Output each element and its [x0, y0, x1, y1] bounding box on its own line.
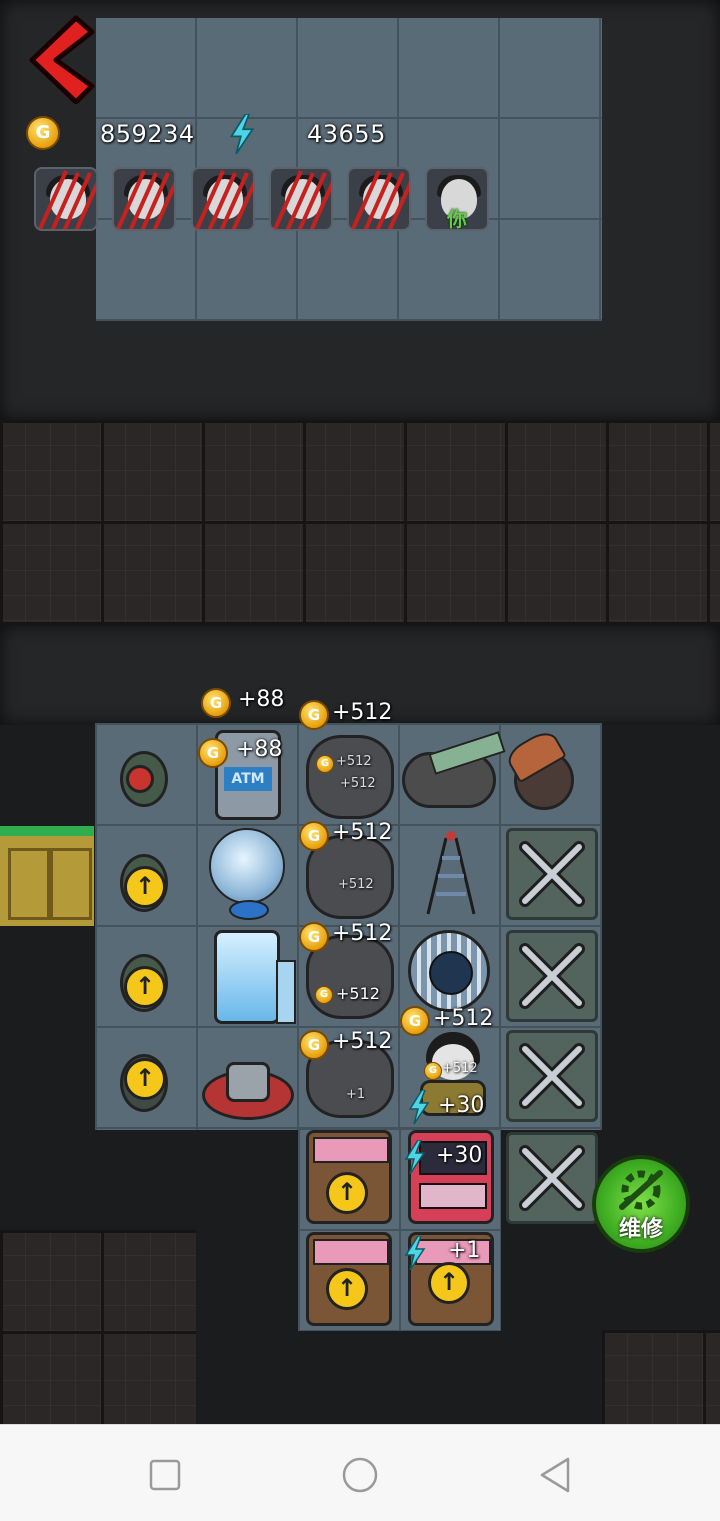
generator-top: [226, 1062, 270, 1102]
energy-popup: +30: [436, 1143, 483, 1168]
fridge-door: [276, 960, 296, 1024]
claw-mark-icon: [273, 170, 331, 229]
valve-turret[interactable]: [110, 745, 172, 809]
gold-coin-icon: G: [316, 755, 334, 773]
gold-coin-icon: G: [424, 1062, 442, 1080]
gold-coin-icon: G: [400, 1006, 430, 1036]
upgrade-arrow-icon[interactable]: ↑: [124, 966, 166, 1008]
repair-slot[interactable]: [506, 1132, 598, 1224]
plasma-base: [229, 900, 269, 920]
claw-mark-icon: [195, 170, 253, 229]
energy-icon: [404, 1140, 426, 1174]
gold-coin-icon: G: [299, 700, 329, 730]
energy-amount: 43655: [307, 120, 386, 148]
gold-popup: +512: [336, 984, 380, 1003]
energy-icon: [408, 1090, 430, 1124]
back-icon[interactable]: [536, 1455, 576, 1495]
repair-slot[interactable]: [506, 828, 598, 920]
corridor-floor: [0, 420, 720, 625]
gold-coin-icon: G: [299, 1030, 329, 1060]
energy-popup-small: +1: [346, 1087, 366, 1102]
arcade-top: [313, 1137, 389, 1163]
generator[interactable]: [200, 1040, 296, 1124]
repair-label: 维修: [618, 1217, 663, 1242]
home-icon[interactable]: [340, 1455, 380, 1495]
ice-fridge[interactable]: [214, 930, 296, 1026]
gold-popup-small: +512: [340, 776, 376, 791]
player-avatar-dead: [34, 167, 98, 231]
gold-coin-icon: G: [299, 922, 329, 952]
gold-coin-icon: G: [198, 738, 228, 768]
energy-icon: [404, 1236, 426, 1270]
gold-popup-small: +512: [336, 754, 372, 769]
player-avatar-dead: [269, 167, 333, 231]
door-panel: [50, 848, 92, 920]
gold-popup: +88: [236, 737, 283, 762]
player-avatar-dead: [191, 167, 255, 231]
system-nav-bar: [0, 1424, 720, 1521]
arcade-top: [313, 1239, 389, 1265]
gold-popup: +512: [332, 700, 393, 725]
player-avatar-dead: [347, 167, 411, 231]
gold-coin-icon: G: [26, 116, 60, 150]
upgrade-arrow-icon[interactable]: ↑: [124, 1058, 166, 1100]
player-avatar-dead: [112, 167, 176, 231]
wrench-cross-icon: [519, 1145, 585, 1211]
repair-button[interactable]: 维修: [592, 1155, 690, 1253]
door-panel: [8, 848, 50, 920]
plasma-ball[interactable]: [207, 828, 287, 920]
ladder-icon[interactable]: [410, 830, 492, 916]
plasma-globe: [209, 828, 285, 904]
atm-screen: ATM: [224, 767, 272, 791]
gold-coin-icon: G: [315, 986, 333, 1004]
wrench-cross-icon: [519, 943, 585, 1009]
energy-popup: +1: [448, 1238, 481, 1263]
energy-popup: +30: [438, 1093, 485, 1118]
bottom-right-floor: [602, 1330, 720, 1424]
gear-wrench-icon: [619, 1170, 663, 1210]
vault-core: [429, 951, 473, 995]
upgrade-arrow-icon[interactable]: ↑: [326, 1268, 368, 1310]
wrench-cross-icon: [519, 841, 585, 907]
recent-apps-icon[interactable]: [145, 1455, 185, 1495]
fridge-body: [214, 930, 280, 1024]
valve-wheel-icon: [126, 765, 154, 793]
you-label: 你: [447, 207, 467, 231]
gold-popup: +512: [332, 921, 393, 946]
gold-popup-small: +512: [338, 877, 374, 892]
gold-popup: +512: [332, 820, 393, 845]
gold-coin-icon: G: [299, 821, 329, 851]
claw-mark-icon: [116, 170, 174, 229]
wrench-cross-icon: [519, 1043, 585, 1109]
bottom-left-floor: [0, 1230, 196, 1424]
claw-mark-icon: [351, 170, 409, 229]
upgrade-arrow-icon[interactable]: ↑: [124, 866, 166, 908]
gold-amount: 859234: [100, 120, 195, 148]
arcade-controls: [419, 1183, 487, 1209]
upgrade-arrow-icon[interactable]: ↑: [428, 1262, 470, 1304]
player-avatar-you: 你: [425, 167, 489, 231]
gold-popup: +512: [433, 1006, 494, 1031]
gold-popup: +88: [238, 687, 285, 712]
energy-icon: [229, 114, 255, 154]
claw-mark-icon: [38, 170, 96, 229]
repair-slot[interactable]: [506, 930, 598, 1022]
gold-popup: +512: [332, 1029, 393, 1054]
gold-popup-small: +512: [442, 1061, 478, 1076]
vault-door[interactable]: [408, 930, 490, 1012]
back-arrow-icon[interactable]: [24, 14, 96, 104]
door[interactable]: [0, 826, 94, 926]
repair-slot[interactable]: [506, 1030, 598, 1122]
upgrade-arrow-icon[interactable]: ↑: [326, 1172, 368, 1214]
gold-coin-icon: G: [201, 688, 231, 718]
